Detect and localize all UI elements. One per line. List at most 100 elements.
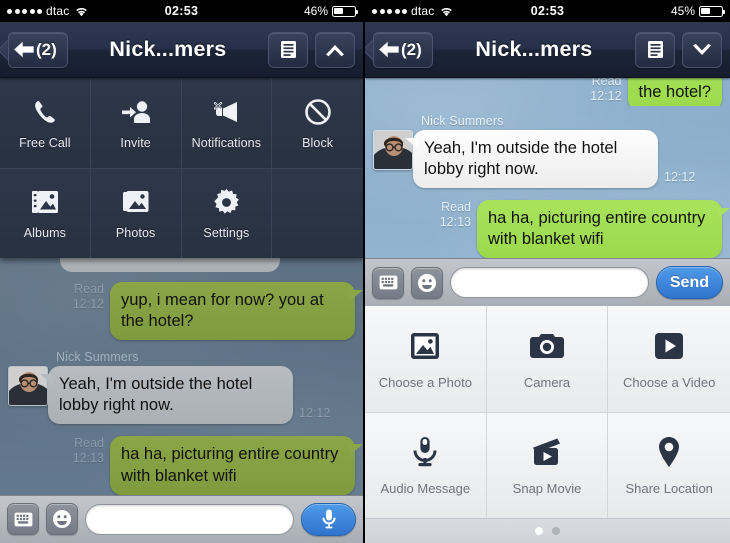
attachment-label: Choose a Video xyxy=(623,374,716,390)
read-receipt: Read xyxy=(74,282,104,296)
back-button[interactable]: (2) xyxy=(373,31,433,68)
nav-bar: (2) Nick...mers xyxy=(365,22,730,78)
map-pin-icon xyxy=(657,435,681,469)
emoji-button[interactable] xyxy=(46,503,78,536)
quick-action-albums[interactable]: Albums xyxy=(0,169,91,258)
message-time: 12:12 xyxy=(72,296,104,311)
keyboard-icon xyxy=(14,512,32,527)
chat-thread[interactable]: Read 12:12 the hotel? Nick Summers Yeah,… xyxy=(365,78,730,259)
toggle-menu-button[interactable] xyxy=(315,31,355,68)
message-outgoing: Read 12:12 the hotel? xyxy=(365,78,730,106)
message-outgoing: Read 12:12 yup, i mean for now? you at t… xyxy=(0,282,363,341)
attachment-audio-message[interactable]: Audio Message xyxy=(365,413,487,519)
microphone-icon xyxy=(321,509,336,529)
add-person-icon xyxy=(121,97,151,127)
quick-action-empty xyxy=(272,169,363,258)
message-meta: Read 12:12 xyxy=(73,282,104,316)
phone-icon xyxy=(31,97,59,127)
message-time: 12:12 xyxy=(664,170,696,185)
smiley-icon xyxy=(53,510,71,529)
attachment-row-2: Audio Message Snap Movie Share Location xyxy=(365,412,730,519)
chat-thread[interactable]: Read 12:12 yup, i mean for now? you at t… xyxy=(0,258,363,495)
attachment-snap-movie[interactable]: Snap Movie xyxy=(486,413,609,519)
quick-action-label: Free Call xyxy=(19,135,71,150)
read-receipt: Read xyxy=(74,436,104,451)
quick-action-free-call[interactable]: Free Call xyxy=(0,78,91,168)
quick-action-notifications[interactable]: Notifications xyxy=(181,78,273,168)
albums-icon xyxy=(31,187,59,217)
message-outgoing: Read 12:13 ha ha, picturing entire count… xyxy=(0,436,363,495)
page-dot-1[interactable] xyxy=(535,527,543,536)
list-menu-icon xyxy=(280,41,296,58)
message-input[interactable] xyxy=(85,503,294,535)
microphone-icon xyxy=(412,435,438,469)
attachment-label: Share Location xyxy=(625,481,713,497)
message-time: 12:12 xyxy=(590,88,622,103)
attachment-label: Choose a Photo xyxy=(378,374,472,390)
message-input[interactable] xyxy=(450,267,649,299)
quick-action-label: Settings xyxy=(203,226,250,240)
message-bubble[interactable]: ha ha, picturing entire country with bla… xyxy=(477,200,730,259)
attachment-page-indicator[interactable] xyxy=(365,518,730,543)
voice-message-button[interactable] xyxy=(301,502,356,536)
status-bar-right: 46% xyxy=(303,4,359,18)
keyboard-icon xyxy=(379,276,397,290)
chevron-down-icon xyxy=(693,43,711,55)
attachment-row-1: Choose a Photo Camera Choose a Video xyxy=(365,306,730,413)
chevron-up-icon xyxy=(326,44,344,56)
battery-icon xyxy=(332,5,359,17)
attachment-camera[interactable]: Camera xyxy=(486,306,609,413)
incoming-column: Nick Summers Yeah, I'm outside the hotel… xyxy=(405,114,696,189)
message-time: 12:13 xyxy=(72,451,104,466)
block-icon xyxy=(304,97,332,127)
quick-action-label: Block xyxy=(302,135,334,150)
read-receipt: Read xyxy=(591,78,622,88)
message-outgoing: Read 12:13 ha ha, picturing entire count… xyxy=(365,200,730,259)
smiley-icon xyxy=(418,273,436,292)
quick-actions-row-2: Albums Photos Settings xyxy=(0,168,363,258)
battery-percent-label: 46% xyxy=(303,4,328,18)
back-arrow-icon xyxy=(13,41,34,58)
message-bubble[interactable]: Yeah, I'm outside the hotel lobby right … xyxy=(405,130,658,189)
list-menu-icon xyxy=(647,41,663,58)
play-video-icon xyxy=(653,329,685,363)
send-button[interactable]: Send xyxy=(655,266,723,300)
quick-action-invite[interactable]: Invite xyxy=(90,78,182,168)
quick-action-label: Albums xyxy=(23,226,67,240)
message-bubble[interactable]: yup, i mean for now? you at the hotel? xyxy=(110,282,363,341)
attachment-share-location[interactable]: Share Location xyxy=(608,413,730,519)
back-button[interactable]: (2) xyxy=(8,31,68,68)
attachment-choose-a-video[interactable]: Choose a Video xyxy=(608,306,730,413)
chat-menu-button[interactable] xyxy=(268,31,308,68)
back-button-count: (2) xyxy=(36,39,57,59)
clapperboard-icon xyxy=(530,435,564,469)
avatar[interactable] xyxy=(8,366,48,407)
message-bubble[interactable]: Yeah, I'm outside the hotel lobby right … xyxy=(40,366,293,425)
quick-actions-panel: Free Call Invite Notifications Block Alb… xyxy=(0,78,363,258)
battery-icon xyxy=(699,5,726,17)
chat-menu-button[interactable] xyxy=(635,31,675,68)
phone-left: dtac 02:53 46% (2) Nick...mers Free Call… xyxy=(0,0,365,543)
avatar[interactable] xyxy=(373,130,413,170)
keyboard-button[interactable] xyxy=(7,503,39,536)
quick-action-photos[interactable]: Photos xyxy=(90,169,182,258)
toggle-menu-button[interactable] xyxy=(682,31,722,68)
keyboard-button[interactable] xyxy=(372,266,404,299)
quick-action-block[interactable]: Block xyxy=(272,78,363,168)
mute-megaphone-icon xyxy=(211,97,241,127)
status-bar: dtac 02:53 46% xyxy=(0,0,363,22)
message-sender: Nick Summers xyxy=(421,114,504,128)
nav-bar: (2) Nick...mers xyxy=(0,22,363,78)
page-title: Nick...mers xyxy=(109,37,227,61)
emoji-button[interactable] xyxy=(411,266,443,299)
photos-icon xyxy=(122,187,150,217)
incoming-column: Nick Summers Yeah, I'm outside the hotel… xyxy=(40,350,330,425)
attachment-label: Camera xyxy=(523,374,571,390)
message-bubble[interactable]: ha ha, picturing entire country with bla… xyxy=(110,436,363,495)
attachment-panel: Choose a Photo Camera Choose a Video Aud… xyxy=(365,306,730,543)
page-dot-2[interactable] xyxy=(552,527,560,536)
attachment-choose-a-photo[interactable]: Choose a Photo xyxy=(365,306,487,413)
page-title: Nick...mers xyxy=(475,37,593,61)
quick-action-settings[interactable]: Settings xyxy=(181,169,273,258)
message-bubble[interactable]: the hotel? xyxy=(627,78,722,106)
